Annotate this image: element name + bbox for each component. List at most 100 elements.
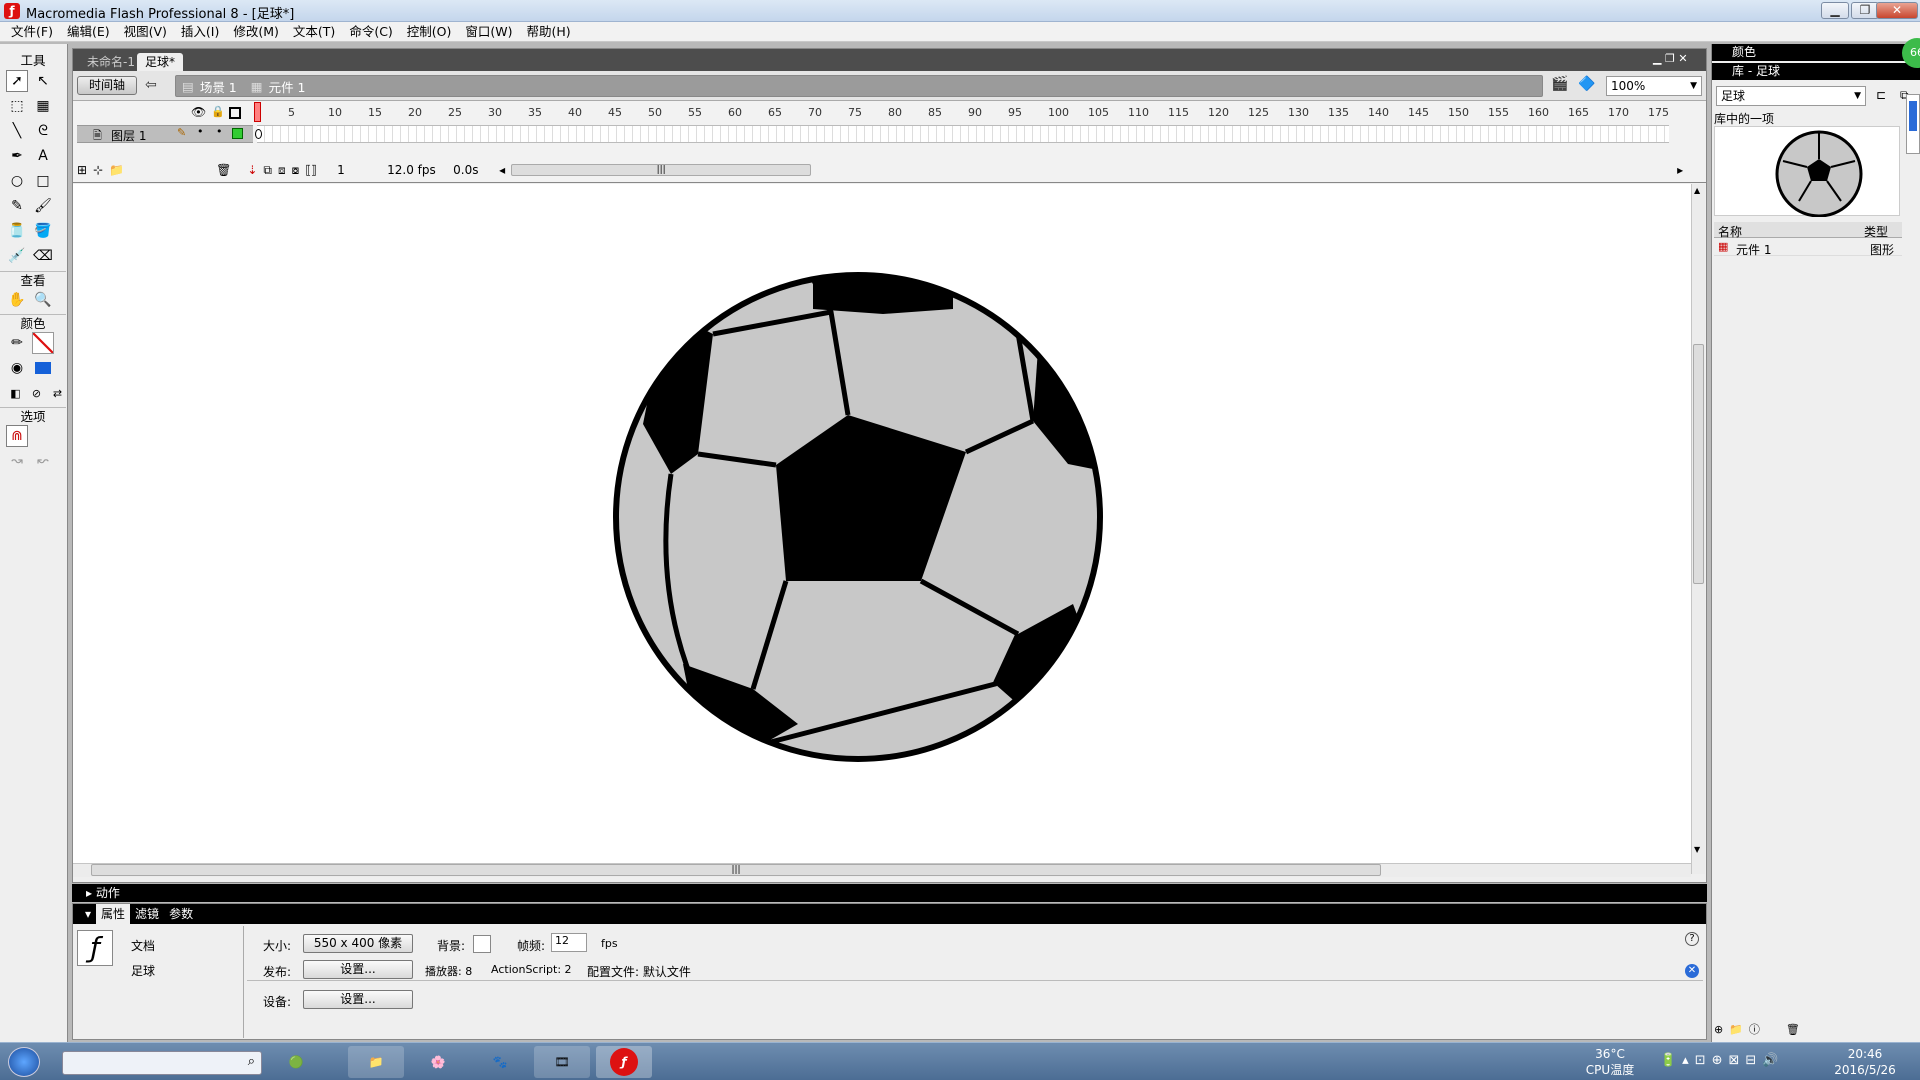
football-graphic[interactable]: ⌖ <box>73 184 1691 874</box>
paint-bucket-icon[interactable]: 🪣 <box>32 220 54 242</box>
smooth-icon[interactable]: ↝ <box>6 450 28 472</box>
scroll-up-icon[interactable]: ▲ <box>1694 186 1700 195</box>
selection-tool-icon[interactable]: ➚ <box>6 70 28 92</box>
zoom-select[interactable]: 100% ▼ <box>1606 76 1702 96</box>
breadcrumb-symbol[interactable]: 元件 1 <box>269 77 306 96</box>
stage-vertical-scrollbar[interactable]: ▲ ▼ <box>1691 184 1705 874</box>
taskbar-app-media[interactable]: 🎞 <box>534 1046 590 1078</box>
add-folder-icon[interactable]: 📁 <box>109 163 124 177</box>
new-symbol-icon[interactable]: ⊕ <box>1714 1023 1723 1036</box>
timeline-hscroll[interactable]: ||| <box>511 164 812 176</box>
center-frame-icon[interactable]: ⇣ <box>247 163 257 177</box>
layer-name[interactable]: 图层 1 <box>111 127 146 144</box>
swap-colors-icon[interactable]: ⇄ <box>48 382 67 404</box>
pen-tool-icon[interactable]: ✒ <box>6 145 28 167</box>
timeline-toggle-button[interactable]: 时间轴 <box>77 76 137 95</box>
tab-football[interactable]: 足球* <box>137 53 184 71</box>
col-name[interactable]: 名称 <box>1718 223 1742 240</box>
taskbar-app-pinwheel[interactable]: 🌸 <box>410 1046 466 1078</box>
breadcrumb-scene[interactable]: 场景 1 <box>200 77 237 96</box>
publish-settings-button[interactable]: 设置... <box>303 960 413 979</box>
ink-bottle-icon[interactable]: 🫙 <box>6 220 28 242</box>
onion-skin-icon[interactable]: ⧉ <box>263 163 272 178</box>
library-scrollbar[interactable] <box>1906 94 1920 154</box>
minimize-button[interactable]: ▁ <box>1821 2 1849 19</box>
lasso-tool-icon[interactable]: ᘓ <box>32 120 54 142</box>
frame-grid[interactable] <box>257 125 1669 143</box>
add-layer-icon[interactable]: ⊞ <box>77 163 87 177</box>
library-panel-header[interactable]: 库 - 足球 <box>1712 63 1920 80</box>
menu-edit[interactable]: 编辑(E) <box>60 22 117 41</box>
lock-dot[interactable]: • <box>216 125 223 138</box>
fill-color-icon[interactable]: ◉ <box>6 357 28 379</box>
device-settings-button[interactable]: 设置... <box>303 990 413 1009</box>
lock-layers-icon[interactable]: 🔒 <box>211 105 225 118</box>
background-color-swatch[interactable] <box>473 935 491 953</box>
menu-window[interactable]: 窗口(W) <box>458 22 519 41</box>
close-button[interactable]: ✕ <box>1876 2 1918 19</box>
framerate-input[interactable]: 12 <box>551 933 587 952</box>
stage[interactable]: ⌖ <box>73 184 1691 874</box>
library-select[interactable]: 足球 ▼ <box>1716 86 1866 106</box>
system-tray-icons[interactable]: 🔋▴⊡⊕⊠⊟🔊 <box>1660 1053 1784 1068</box>
doc-window-controls[interactable]: ▁ ❐ ✕ <box>1653 52 1688 65</box>
fill-transform-icon[interactable]: ▦ <box>32 95 54 117</box>
menu-modify[interactable]: 修改(M) <box>226 22 286 41</box>
start-button[interactable] <box>8 1047 40 1077</box>
tab-parameters[interactable]: 参数 <box>164 904 198 924</box>
back-arrow-icon[interactable]: ⇦ <box>145 77 157 93</box>
menu-control[interactable]: 控制(O) <box>400 22 459 41</box>
properties-icon[interactable]: ⓘ <box>1749 1021 1760 1037</box>
visible-dot[interactable]: • <box>197 125 204 138</box>
stage-horizontal-scrollbar[interactable]: ||| <box>73 863 1691 877</box>
edit-scene-icon[interactable]: 🎬 <box>1551 76 1568 92</box>
add-guide-icon[interactable]: ⊹ <box>93 163 103 177</box>
delete-layer-icon[interactable]: 🗑 <box>216 163 231 177</box>
edit-symbol-icon[interactable]: 🔷 <box>1578 76 1595 92</box>
menu-help[interactable]: 帮助(H) <box>520 22 578 41</box>
menu-text[interactable]: 文本(T) <box>286 22 342 41</box>
col-type[interactable]: 类型 <box>1864 223 1888 240</box>
vscroll-thumb[interactable] <box>1693 344 1704 584</box>
oval-tool-icon[interactable]: ○ <box>6 170 28 192</box>
keyframe[interactable] <box>255 129 262 139</box>
tab-filters[interactable]: 滤镜 <box>130 904 164 924</box>
onion-markers-icon[interactable]: ⟦⟧ <box>305 163 317 177</box>
scroll-left-icon[interactable]: ◂ <box>499 163 505 177</box>
straighten-icon[interactable]: ↜ <box>32 450 54 472</box>
stroke-color-icon[interactable]: ✏ <box>6 332 28 354</box>
actions-panel-header[interactable]: ▸ 动作 <box>72 884 1707 902</box>
menu-commands[interactable]: 命令(C) <box>342 22 399 41</box>
new-folder-icon[interactable]: 📁 <box>1729 1023 1743 1036</box>
text-tool-icon[interactable]: A <box>32 145 54 167</box>
menu-file[interactable]: 文件(F) <box>4 22 60 41</box>
free-transform-icon[interactable]: ⬚ <box>6 95 28 117</box>
maximize-button[interactable]: ❐ <box>1851 2 1879 19</box>
taskbar-app-paw[interactable]: 🐾 <box>472 1046 528 1078</box>
subselection-tool-icon[interactable]: ↖ <box>32 70 54 92</box>
help-icon[interactable]: ? <box>1685 932 1699 946</box>
hand-tool-icon[interactable]: ✋ <box>6 289 28 311</box>
library-item[interactable]: ▦ 元件 1 图形 <box>1714 240 1902 257</box>
document-size-button[interactable]: 550 x 400 像素 <box>303 934 413 953</box>
scroll-down-icon[interactable]: ▼ <box>1694 845 1700 854</box>
clock[interactable]: 20:46 2016/5/26 <box>1830 1046 1900 1078</box>
taskbar-app-colors[interactable]: 🟢 <box>268 1046 324 1078</box>
frame-ruler[interactable]: 5 10 15 20 25 30 35 40 45 50 55 60 65 70 75 80 85 90 95 100… <box>253 103 1673 121</box>
brush-tool-icon[interactable]: 🖌 <box>32 195 54 217</box>
delete-icon[interactable]: 🗑 <box>1786 1023 1800 1036</box>
show-hide-layers-icon[interactable]: 👁 <box>191 105 206 119</box>
no-color-swatch[interactable] <box>32 332 54 354</box>
tab-properties[interactable]: 属性 <box>96 904 131 924</box>
onion-outline-icon[interactable]: ⧈ <box>278 163 286 178</box>
pin-library-icon[interactable]: ⊏ <box>1876 88 1886 102</box>
pencil-tool-icon[interactable]: ✎ <box>6 195 28 217</box>
snap-magnet-icon[interactable]: ⋒ <box>6 425 28 447</box>
hscroll-thumb[interactable]: ||| <box>91 864 1381 876</box>
rectangle-tool-icon[interactable]: □ <box>32 170 54 192</box>
menu-view[interactable]: 视图(V) <box>117 22 174 41</box>
black-white-icon[interactable]: ◧ <box>6 382 25 404</box>
layer-row[interactable]: 🗎 图层 1 ✎ • • <box>73 125 1706 143</box>
outline-layers-icon[interactable] <box>229 107 241 119</box>
eraser-icon[interactable]: ⌫ <box>32 245 54 267</box>
